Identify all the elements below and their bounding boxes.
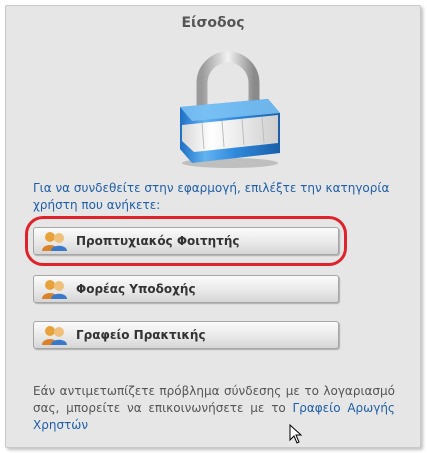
panel-title: Είσοδος <box>181 15 245 31</box>
instruction-text: Για να συνδεθείτε στην εφαρμογή, επιλέξτ… <box>33 181 390 212</box>
users-icon <box>42 232 67 251</box>
help-text: Εάν αντιμετωπίζετε πρόβλημα σύνδεσης με … <box>33 383 395 434</box>
host-organization-button[interactable]: Φορέας Υποδοχής <box>33 275 339 303</box>
padlock-icon <box>180 51 280 168</box>
undergraduate-student-button[interactable]: Προπτυχιακός Φοιτητής <box>33 227 339 255</box>
login-panel: Είσοδος Για να συνδεθείτε στην εφαρμογή,… <box>5 5 421 448</box>
button-label: Προπτυχιακός Φοιτητής <box>76 234 240 248</box>
users-icon <box>42 280 67 299</box>
internship-office-button[interactable]: Γραφείο Πρακτικής <box>33 321 339 349</box>
users-icon <box>42 326 67 345</box>
button-label: Γραφείο Πρακτικής <box>76 328 206 342</box>
mouse-pointer-icon <box>289 424 303 444</box>
button-label: Φορέας Υποδοχής <box>76 282 196 296</box>
